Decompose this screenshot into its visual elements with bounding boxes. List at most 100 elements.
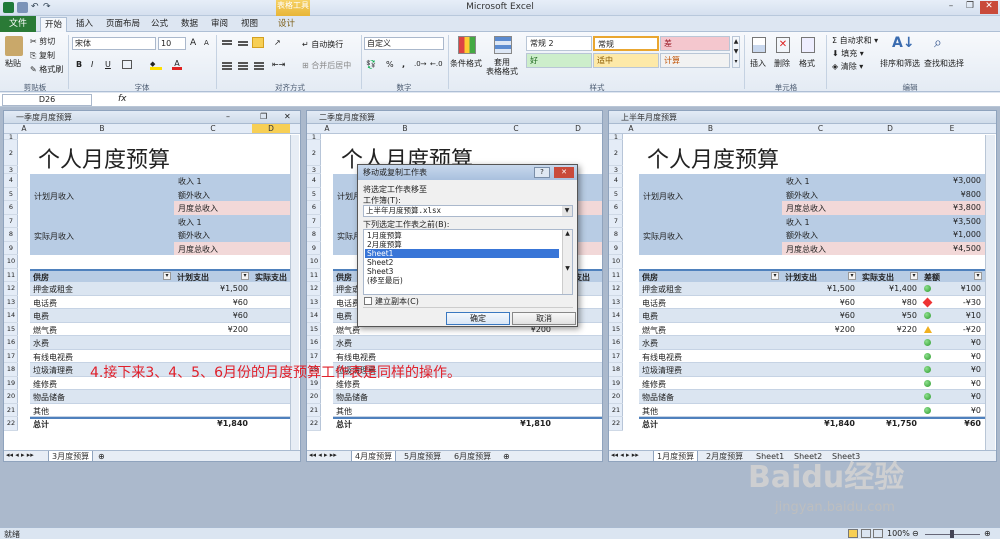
conditional-format-button[interactable]: 条件格式: [450, 58, 482, 69]
sheet-tab-apr[interactable]: 4月度预算: [351, 451, 397, 461]
delete-cells-button[interactable]: 删除: [774, 58, 790, 69]
indent-icon[interactable]: ⇤⇥: [272, 60, 285, 69]
workbook-select[interactable]: 上半年月度预算.xlsx: [363, 205, 573, 217]
zoom-in-icon[interactable]: ⊕: [984, 529, 991, 538]
page-layout-view-icon[interactable]: [861, 529, 871, 538]
filter-dropdown-icon[interactable]: ▾: [848, 271, 856, 280]
tab-file[interactable]: 文件: [0, 16, 36, 32]
shrink-font-button[interactable]: A: [204, 39, 209, 47]
workbook-window-h1[interactable]: 上半年月度预算 A B C D E 1 2 3 4 5 6 7 8 9 10 11 12 13 14 15 1…: [608, 110, 997, 462]
border-icon[interactable]: [122, 60, 132, 69]
percent-button[interactable]: %: [386, 60, 394, 69]
sheet-nav-icon[interactable]: ◂◂ ◂ ▸ ▸▸: [309, 451, 337, 459]
sort-filter-icon[interactable]: A↓: [892, 35, 915, 51]
italic-button[interactable]: I: [91, 60, 93, 69]
align-middle-icon[interactable]: [238, 41, 248, 43]
chevron-down-icon[interactable]: ▼: [562, 206, 572, 216]
sheet-tab-mar[interactable]: 3月度预算: [48, 451, 94, 461]
sheet-list-item[interactable]: Sheet3: [365, 267, 559, 276]
filter-dropdown-icon[interactable]: ▾: [771, 271, 779, 280]
fill-color-icon[interactable]: ◆: [150, 60, 162, 70]
restore-icon[interactable]: ❐: [961, 1, 979, 14]
sheet-list-item[interactable]: (移至最后): [365, 276, 559, 285]
dialog-close-button[interactable]: ✕: [554, 167, 574, 178]
sheet-tab-jan[interactable]: 1月度预算: [653, 451, 699, 461]
cut-button[interactable]: ✂ 剪切: [30, 36, 55, 47]
style-normal[interactable]: 常规: [593, 36, 659, 51]
new-sheet-icon[interactable]: ⊕: [503, 452, 510, 461]
align-left-icon[interactable]: [222, 62, 232, 64]
sheet-list-item[interactable]: 1月度预算: [365, 231, 559, 240]
increase-decimal-icon[interactable]: .0→: [414, 60, 427, 68]
style-good[interactable]: 好: [526, 53, 592, 68]
align-right-icon[interactable]: [254, 62, 264, 64]
insert-cells-icon[interactable]: [752, 37, 766, 53]
tab-review[interactable]: 审阅: [207, 17, 232, 32]
delete-cells-icon[interactable]: ✕: [776, 37, 790, 53]
align-center-icon[interactable]: [238, 62, 248, 64]
sheet-list-item[interactable]: Sheet2: [365, 258, 559, 267]
formula-input[interactable]: [132, 94, 996, 106]
move-copy-dialog[interactable]: 移动或复制工作表 ? ✕ 将选定工作表移至 工作簿(T): 上半年月度预算.xl…: [357, 164, 578, 327]
underline-button[interactable]: U: [105, 60, 111, 69]
style-bad[interactable]: 差: [660, 36, 730, 51]
filter-dropdown-icon[interactable]: ▾: [910, 271, 918, 280]
sheet-nav-icon[interactable]: ◂◂ ◂ ▸ ▸▸: [6, 451, 34, 459]
page-break-view-icon[interactable]: [873, 529, 883, 538]
sheet-grid[interactable]: 1 2 3 4 5 6 7 8 9 10 11 12 13 14 15 16 17 18 19 20 21 22 个人月度预…: [4, 134, 290, 450]
find-binoculars-icon[interactable]: ⌕: [934, 35, 942, 51]
save-icon[interactable]: [17, 2, 28, 13]
undo-icon[interactable]: ↶: [31, 2, 42, 13]
table-format-button[interactable]: 套用 表格格式: [486, 58, 518, 76]
grow-font-button[interactable]: A: [190, 38, 196, 48]
sheet-list-item[interactable]: 2月度预算: [365, 240, 559, 249]
conditional-format-icon[interactable]: [458, 36, 476, 54]
name-box[interactable]: D26: [2, 94, 92, 106]
window-min-icon[interactable]: –: [226, 112, 230, 121]
sheet-tab-feb[interactable]: 2月度预算: [703, 451, 746, 461]
zoom-out-icon[interactable]: ⊖: [912, 529, 919, 538]
find-select-button[interactable]: 查找和选择: [924, 58, 964, 69]
normal-view-icon[interactable]: [848, 529, 858, 538]
window-restore-icon[interactable]: ❐: [260, 112, 267, 121]
style-calculation[interactable]: 计算: [660, 53, 730, 68]
help-button[interactable]: ?: [534, 167, 550, 178]
copy-button[interactable]: ⎘ 复制: [30, 50, 55, 61]
window-close-icon[interactable]: ✕: [284, 112, 291, 121]
tab-formulas[interactable]: 公式: [147, 17, 172, 32]
tab-home[interactable]: 开始: [40, 17, 68, 32]
styles-scroll-icon[interactable]: ▲ ▼ ▾: [732, 36, 740, 68]
cancel-button[interactable]: 取消: [512, 312, 576, 325]
format-cells-button[interactable]: 格式: [799, 58, 815, 69]
zoom-slider-thumb[interactable]: [950, 530, 954, 538]
redo-icon[interactable]: ↷: [43, 2, 54, 13]
align-bottom-icon[interactable]: [252, 37, 264, 48]
close-icon[interactable]: ✕: [980, 1, 998, 14]
style-neutral[interactable]: 适中: [593, 53, 659, 68]
sheet-list-item[interactable]: Sheet1: [365, 249, 559, 258]
number-format-select[interactable]: 自定义: [364, 37, 444, 50]
filter-dropdown-icon[interactable]: ▾: [163, 271, 171, 280]
listbox-scrollbar[interactable]: ▲ ▼: [562, 230, 572, 294]
format-cells-icon[interactable]: [801, 37, 815, 53]
insert-cells-button[interactable]: 插入: [750, 58, 766, 69]
tab-insert[interactable]: 插入: [72, 17, 97, 32]
style-normal-2[interactable]: 常规 2: [526, 36, 592, 51]
sheet-nav-icon[interactable]: ◂◂ ◂ ▸ ▸▸: [611, 451, 639, 459]
tab-design[interactable]: 设计: [274, 17, 299, 32]
wrap-text-button[interactable]: ↵ 自动换行: [302, 39, 343, 50]
fill-button[interactable]: ⬇ 填充 ▾: [832, 48, 864, 59]
vertical-scrollbar[interactable]: [290, 135, 299, 450]
ok-button[interactable]: 确定: [446, 312, 510, 325]
font-size-select[interactable]: 10: [158, 37, 186, 50]
tab-page-layout[interactable]: 页面布局: [102, 17, 144, 32]
bold-button[interactable]: B: [76, 60, 82, 69]
currency-icon[interactable]: 💱: [366, 60, 376, 69]
minimize-icon[interactable]: –: [942, 1, 960, 14]
workbook-window-q1[interactable]: 一季度月度预算 – ❐ ✕ A B C D 1 2 3 4 5 6 7 8 9 10 11 12 13 1…: [3, 110, 301, 462]
sheet-tab-jun[interactable]: 6月度预算: [451, 451, 494, 461]
orientation-icon[interactable]: ↗: [274, 38, 281, 47]
align-top-icon[interactable]: [222, 40, 232, 42]
clear-button[interactable]: ◈ 清除 ▾: [832, 61, 863, 72]
zoom-level[interactable]: 100%: [887, 529, 910, 538]
